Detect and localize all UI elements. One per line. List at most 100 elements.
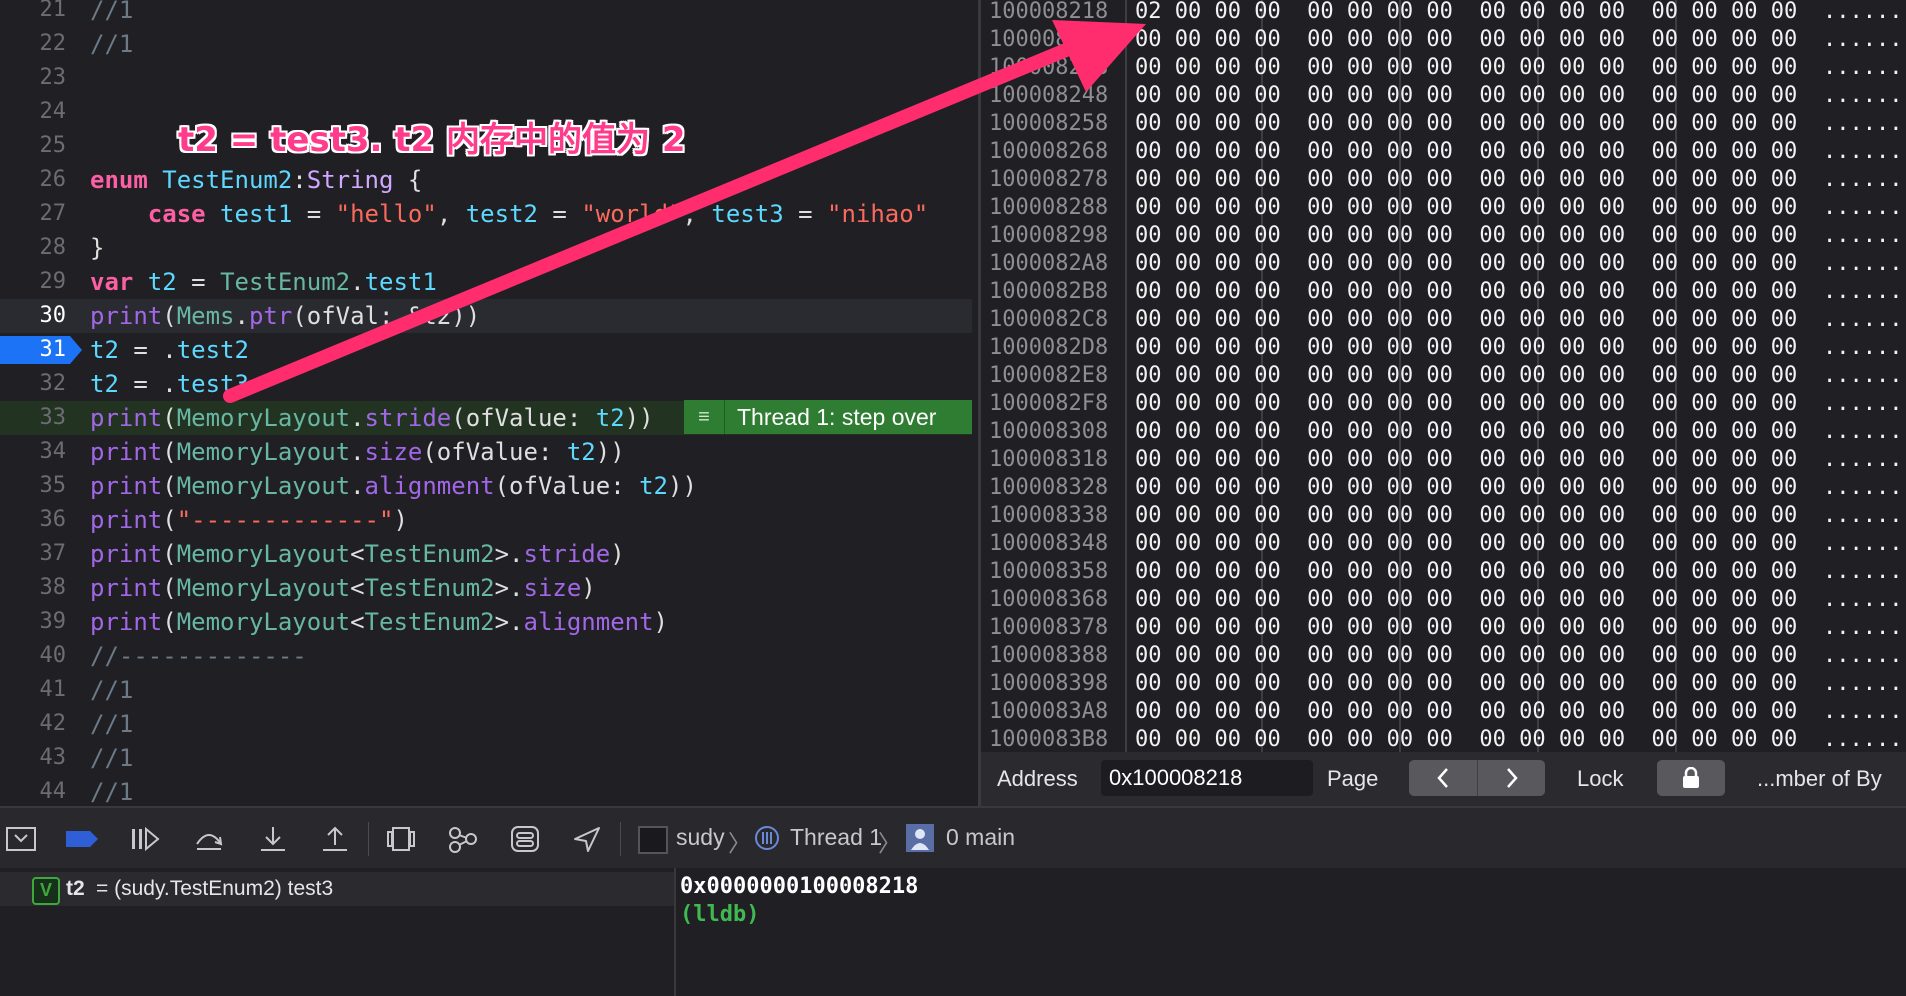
- memory-bytes[interactable]: 00 00 00 00 00 00 00 00 00 00 00 00 00 0…: [1135, 110, 1797, 138]
- line-number[interactable]: 39: [0, 605, 67, 639]
- simulate-location-icon[interactable]: [570, 822, 604, 856]
- memory-bytes[interactable]: 00 00 00 00 00 00 00 00 00 00 00 00 00 0…: [1135, 614, 1797, 642]
- line-number[interactable]: 25: [0, 129, 67, 163]
- memory-bytes[interactable]: 00 00 00 00 00 00 00 00 00 00 00 00 00 0…: [1135, 642, 1797, 670]
- memory-bytes[interactable]: 00 00 00 00 00 00 00 00 00 00 00 00 00 0…: [1135, 26, 1797, 54]
- step-into-icon[interactable]: [256, 822, 290, 856]
- memory-row[interactable]: 1000082A8 00 00 00 00 00 00 00 00 00 00 0…: [981, 250, 1906, 278]
- line-number[interactable]: 44: [0, 775, 67, 809]
- variable-row[interactable]: V t2 = (sudy.TestEnum2) test3: [0, 872, 674, 906]
- line-number[interactable]: 38: [0, 571, 67, 605]
- lock-button[interactable]: [1657, 760, 1725, 796]
- debug-console[interactable]: 0x0000000100008218 (lldb): [676, 868, 1906, 996]
- code-line[interactable]: 22 //1: [0, 27, 972, 61]
- code-line[interactable]: 36 print("-------------"): [0, 503, 972, 537]
- code-line[interactable]: 34 print(MemoryLayout.size(ofValue: t2)): [0, 435, 972, 469]
- memory-bytes[interactable]: 00 00 00 00 00 00 00 00 00 00 00 00 00 0…: [1135, 698, 1797, 726]
- memory-row[interactable]: 100008328 00 00 00 00 00 00 00 00 00 00 0…: [981, 474, 1906, 502]
- memory-bytes[interactable]: 00 00 00 00 00 00 00 00 00 00 00 00 00 0…: [1135, 306, 1797, 334]
- line-number[interactable]: 35: [0, 469, 67, 503]
- view-debugger-icon[interactable]: [384, 822, 418, 856]
- memory-bytes[interactable]: 00 00 00 00 00 00 00 00 00 00 00 00 00 0…: [1135, 670, 1797, 698]
- page-next-button[interactable]: [1477, 760, 1546, 796]
- memory-row[interactable]: 100008318 00 00 00 00 00 00 00 00 00 00 0…: [981, 446, 1906, 474]
- memory-bytes[interactable]: 00 00 00 00 00 00 00 00 00 00 00 00 00 0…: [1135, 390, 1797, 418]
- code-line[interactable]: 32 t2 = .test3: [0, 367, 972, 401]
- breadcrumb-project[interactable]: sudy: [676, 824, 725, 851]
- step-out-icon[interactable]: [318, 822, 352, 856]
- line-number[interactable]: 31: [0, 333, 67, 367]
- memory-graph-icon[interactable]: [446, 822, 480, 856]
- memory-bytes[interactable]: 00 00 00 00 00 00 00 00 00 00 00 00 00 0…: [1135, 362, 1797, 390]
- memory-bytes[interactable]: 00 00 00 00 00 00 00 00 00 00 00 00 00 0…: [1135, 250, 1797, 278]
- memory-bytes[interactable]: 00 00 00 00 00 00 00 00 00 00 00 00 00 0…: [1135, 222, 1797, 250]
- thread-status-badge[interactable]: ≡ Thread 1: step over: [684, 400, 972, 434]
- memory-bytes[interactable]: 00 00 00 00 00 00 00 00 00 00 00 00 00 0…: [1135, 166, 1797, 194]
- line-number[interactable]: 22: [0, 27, 67, 61]
- line-number[interactable]: 29: [0, 265, 67, 299]
- breakpoints-toggle-icon[interactable]: [64, 822, 98, 856]
- code-line[interactable]: 40 //-------------: [0, 639, 972, 673]
- line-number[interactable]: 26: [0, 163, 67, 197]
- memory-row[interactable]: 100008238 00 00 00 00 00 00 00 00 00 00 0…: [981, 54, 1906, 82]
- code-line[interactable]: 26 enum TestEnum2:String {: [0, 163, 972, 197]
- code-line[interactable]: 38 print(MemoryLayout<TestEnum2>.size): [0, 571, 972, 605]
- memory-row[interactable]: 100008248 00 00 00 00 00 00 00 00 00 00 0…: [981, 82, 1906, 110]
- code-line[interactable]: 44 //1: [0, 775, 972, 809]
- page-prev-button[interactable]: [1409, 760, 1477, 796]
- memory-row[interactable]: 100008258 00 00 00 00 00 00 00 00 00 00 0…: [981, 110, 1906, 138]
- memory-row[interactable]: 1000082B8 00 00 00 00 00 00 00 00 00 00 0…: [981, 278, 1906, 306]
- code-line[interactable]: 39 print(MemoryLayout<TestEnum2>.alignmen…: [0, 605, 972, 639]
- breadcrumb-frame[interactable]: 0 main: [946, 824, 1015, 851]
- line-number[interactable]: 34: [0, 435, 67, 469]
- memory-bytes[interactable]: 00 00 00 00 00 00 00 00 00 00 00 00 00 0…: [1135, 530, 1797, 558]
- line-number[interactable]: 30: [0, 299, 67, 333]
- line-number[interactable]: 40: [0, 639, 67, 673]
- memory-row[interactable]: 100008228 00 00 00 00 00 00 00 00 00 00 0…: [981, 26, 1906, 54]
- memory-bytes[interactable]: 00 00 00 00 00 00 00 00 00 00 00 00 00 0…: [1135, 278, 1797, 306]
- line-number[interactable]: 43: [0, 741, 67, 775]
- variables-view[interactable]: V t2 = (sudy.TestEnum2) test3: [0, 868, 676, 996]
- memory-bytes[interactable]: 00 00 00 00 00 00 00 00 00 00 00 00 00 0…: [1135, 474, 1797, 502]
- memory-bytes[interactable]: 00 00 00 00 00 00 00 00 00 00 00 00 00 0…: [1135, 54, 1797, 82]
- memory-browser[interactable]: 100008218 02 00 00 00 00 00 00 00 00 00 0…: [978, 0, 1906, 806]
- memory-row[interactable]: 1000082F8 00 00 00 00 00 00 00 00 00 00 0…: [981, 390, 1906, 418]
- memory-bytes[interactable]: 00 00 00 00 00 00 00 00 00 00 00 00 00 0…: [1135, 418, 1797, 446]
- memory-row[interactable]: 100008348 00 00 00 00 00 00 00 00 00 00 0…: [981, 530, 1906, 558]
- memory-row[interactable]: 1000082C8 00 00 00 00 00 00 00 00 00 00 0…: [981, 306, 1906, 334]
- line-number[interactable]: 32: [0, 367, 67, 401]
- code-line[interactable]: 43 //1: [0, 741, 972, 775]
- memory-bytes[interactable]: 02 00 00 00 00 00 00 00 00 00 00 00 00 0…: [1135, 0, 1797, 26]
- code-line[interactable]: 37 print(MemoryLayout<TestEnum2>.stride): [0, 537, 972, 571]
- memory-row[interactable]: 1000083B8 00 00 00 00 00 00 00 00 00 00 0…: [981, 726, 1906, 754]
- code-line[interactable]: 27 case test1 = "hello", test2 = "world"…: [0, 197, 972, 231]
- code-line[interactable]: 23: [0, 61, 972, 95]
- memory-row[interactable]: 1000083A8 00 00 00 00 00 00 00 00 00 00 0…: [981, 698, 1906, 726]
- line-number[interactable]: 28: [0, 231, 67, 265]
- code-line[interactable]: 35 print(MemoryLayout.alignment(ofValue: …: [0, 469, 972, 503]
- line-number[interactable]: 42: [0, 707, 67, 741]
- memory-bytes[interactable]: 00 00 00 00 00 00 00 00 00 00 00 00 00 0…: [1135, 138, 1797, 166]
- memory-row[interactable]: 100008378 00 00 00 00 00 00 00 00 00 00 0…: [981, 614, 1906, 642]
- memory-row[interactable]: 100008308 00 00 00 00 00 00 00 00 00 00 0…: [981, 418, 1906, 446]
- memory-row[interactable]: 100008368 00 00 00 00 00 00 00 00 00 00 0…: [981, 586, 1906, 614]
- code-line[interactable]: 28}: [0, 231, 972, 265]
- code-line[interactable]: 29 var t2 = TestEnum2.test1: [0, 265, 972, 299]
- memory-row[interactable]: 100008278 00 00 00 00 00 00 00 00 00 00 0…: [981, 166, 1906, 194]
- memory-bytes[interactable]: 00 00 00 00 00 00 00 00 00 00 00 00 00 0…: [1135, 194, 1797, 222]
- line-number[interactable]: 41: [0, 673, 67, 707]
- memory-row[interactable]: 100008218 02 00 00 00 00 00 00 00 00 00 0…: [981, 0, 1906, 26]
- memory-row[interactable]: 1000082D8 00 00 00 00 00 00 00 00 00 00 0…: [981, 334, 1906, 362]
- address-field[interactable]: 0x100008218: [1101, 760, 1313, 796]
- hide-debug-area-icon[interactable]: [4, 822, 38, 856]
- page-stepper[interactable]: [1409, 760, 1545, 796]
- code-line[interactable]: 42 //1: [0, 707, 972, 741]
- memory-bytes[interactable]: 00 00 00 00 00 00 00 00 00 00 00 00 00 0…: [1135, 502, 1797, 530]
- code-line[interactable]: 41 //1: [0, 673, 972, 707]
- continue-icon[interactable]: [128, 822, 162, 856]
- memory-bytes[interactable]: 00 00 00 00 00 00 00 00 00 00 00 00 00 0…: [1135, 82, 1797, 110]
- memory-row[interactable]: 100008398 00 00 00 00 00 00 00 00 00 00 0…: [981, 670, 1906, 698]
- memory-bytes[interactable]: 00 00 00 00 00 00 00 00 00 00 00 00 00 0…: [1135, 726, 1797, 754]
- code-line[interactable]: 21 //1: [0, 0, 972, 27]
- line-number[interactable]: 27: [0, 197, 67, 231]
